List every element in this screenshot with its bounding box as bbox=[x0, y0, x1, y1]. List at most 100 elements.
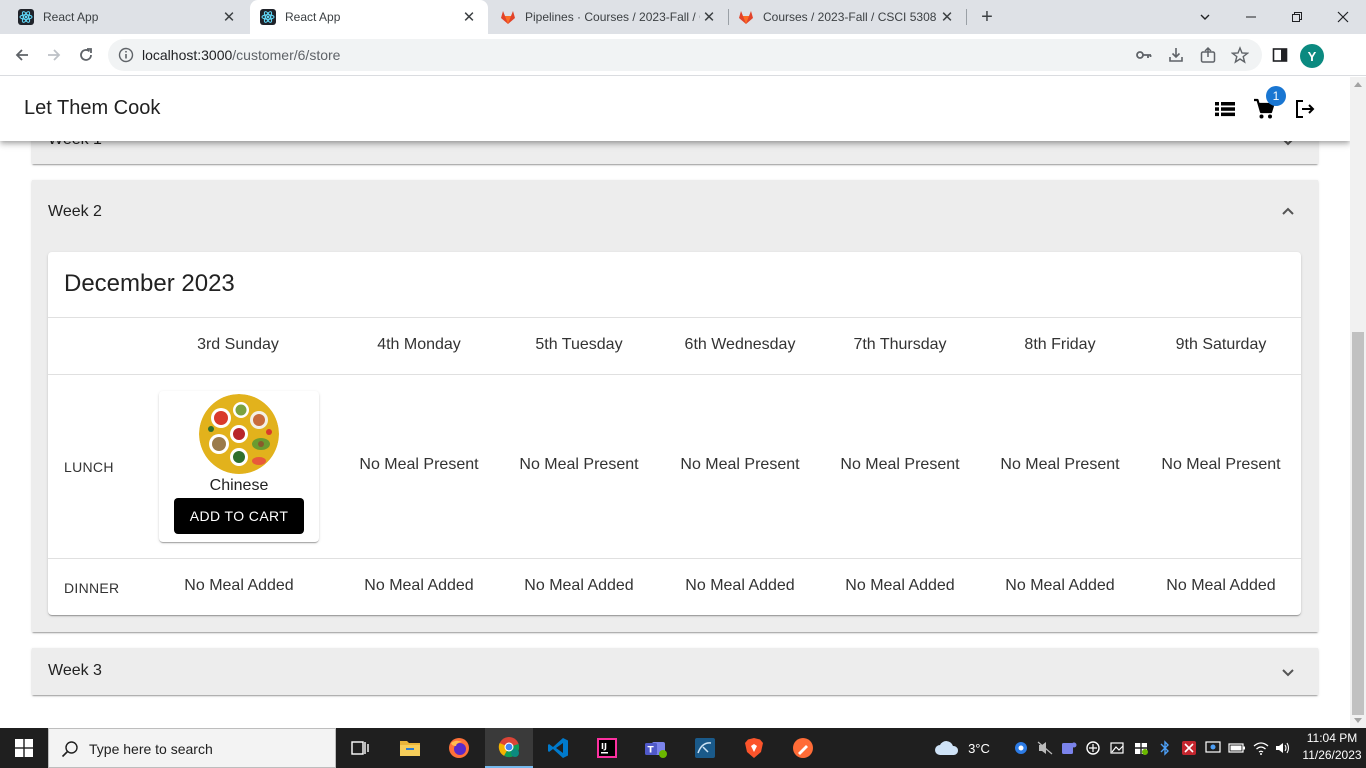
restore-button[interactable] bbox=[1274, 0, 1320, 34]
add-to-cart-button[interactable]: ADD TO CART bbox=[174, 498, 304, 534]
day-header: 6th Wednesday bbox=[684, 336, 796, 353]
tab-react-app-2[interactable]: React App ✕ bbox=[250, 0, 488, 34]
cart-count-badge: 1 bbox=[1266, 86, 1286, 106]
scroll-down-icon[interactable] bbox=[1354, 718, 1362, 723]
restore-icon bbox=[1292, 12, 1302, 22]
tray-app-icon[interactable] bbox=[1204, 728, 1222, 768]
close-icon[interactable]: ✕ bbox=[220, 8, 238, 26]
bookmark-button[interactable] bbox=[1230, 45, 1250, 65]
accordion-week-3[interactable]: Week 3 bbox=[32, 648, 1318, 695]
accordion-title[interactable]: Week 2 bbox=[48, 203, 102, 221]
intellij-taskbar[interactable]: IJ bbox=[583, 728, 631, 768]
profile-avatar[interactable]: Y bbox=[1300, 44, 1324, 68]
system-clock[interactable]: 11:04 PM 11/26/2023 bbox=[1298, 730, 1366, 764]
browser-tab-strip: React App ✕ React App ✕ Pipelines · Cour… bbox=[0, 0, 1366, 34]
teams-taskbar[interactable]: T bbox=[632, 728, 680, 768]
page-scrollbar[interactable] bbox=[1350, 77, 1366, 728]
tab-separator bbox=[966, 9, 967, 25]
password-key-button[interactable] bbox=[1134, 45, 1154, 65]
tray-app-icon[interactable] bbox=[1132, 728, 1150, 768]
orders-list-button[interactable] bbox=[1213, 97, 1237, 121]
forward-button[interactable] bbox=[40, 41, 68, 69]
tray-app-icon[interactable] bbox=[1108, 728, 1126, 768]
tab-label: Pipelines · Courses / 2023-Fall / C bbox=[525, 10, 700, 24]
weather-widget[interactable] bbox=[932, 728, 962, 768]
row-label-dinner: DINNER bbox=[64, 580, 120, 596]
star-icon bbox=[1231, 46, 1249, 64]
lunch-cell: No Meal Present bbox=[1000, 456, 1120, 473]
tab-pipelines[interactable]: Pipelines · Courses / 2023-Fall / C ✕ bbox=[490, 0, 728, 34]
close-icon[interactable]: ✕ bbox=[700, 8, 718, 26]
tab-react-app-1[interactable]: React App ✕ bbox=[8, 0, 248, 34]
tab-label: Courses / 2023-Fall / CSCI 5308 bbox=[763, 10, 937, 24]
task-view-button[interactable] bbox=[336, 728, 384, 768]
chevron-down-icon bbox=[1200, 14, 1210, 20]
intellij-icon: IJ bbox=[597, 738, 617, 758]
bluetooth-icon-glyph bbox=[1160, 740, 1169, 756]
reload-button[interactable] bbox=[72, 41, 100, 69]
meal-image bbox=[199, 394, 279, 474]
vscode-taskbar[interactable] bbox=[534, 728, 582, 768]
side-panel-button[interactable] bbox=[1270, 45, 1290, 65]
dinner-cell: No Meal Added bbox=[364, 577, 474, 594]
start-button[interactable] bbox=[0, 728, 48, 768]
app-title[interactable]: Let Them Cook bbox=[24, 97, 160, 120]
firefox-taskbar[interactable] bbox=[435, 728, 483, 768]
file-explorer-taskbar[interactable] bbox=[386, 728, 434, 768]
tab-courses[interactable]: Courses / 2023-Fall / CSCI 5308 ✕ bbox=[728, 0, 966, 34]
day-header: 5th Tuesday bbox=[535, 336, 623, 353]
tray-app-icon[interactable] bbox=[1012, 728, 1030, 768]
url-text: localhost:3000/customer/6/store bbox=[142, 47, 340, 63]
chrome-icon bbox=[498, 737, 520, 758]
day-header: 9th Saturday bbox=[1175, 336, 1267, 353]
close-icon[interactable]: ✕ bbox=[460, 8, 478, 26]
tray-app-icon[interactable] bbox=[1036, 728, 1054, 768]
share-button[interactable] bbox=[1198, 45, 1218, 65]
tray-app-icon[interactable] bbox=[1084, 728, 1102, 768]
chevron-up-icon[interactable] bbox=[1280, 204, 1296, 220]
chrome-taskbar[interactable] bbox=[485, 728, 533, 768]
dinner-cell: No Meal Added bbox=[1005, 577, 1115, 594]
wifi-icon[interactable] bbox=[1252, 728, 1270, 768]
mysql-workbench-taskbar[interactable] bbox=[681, 728, 729, 768]
logout-button[interactable] bbox=[1293, 97, 1317, 121]
vpn-icon bbox=[1086, 741, 1100, 755]
back-button[interactable] bbox=[8, 41, 36, 69]
taskbar-search[interactable]: Type here to search bbox=[48, 728, 336, 768]
tray-app-icon[interactable] bbox=[1180, 728, 1198, 768]
postman-taskbar[interactable] bbox=[779, 728, 827, 768]
lunch-cell: No Meal Present bbox=[680, 456, 800, 473]
tray-app-icon[interactable] bbox=[1060, 728, 1078, 768]
weather-temp[interactable]: 3°C bbox=[962, 728, 996, 768]
address-bar[interactable]: localhost:3000/customer/6/store bbox=[108, 39, 1262, 71]
bluetooth-icon[interactable] bbox=[1156, 728, 1174, 768]
monitor-icon bbox=[1205, 741, 1221, 753]
tab-search-button[interactable] bbox=[1182, 0, 1228, 34]
arrow-right-icon bbox=[48, 49, 61, 61]
windows-icon bbox=[15, 739, 33, 757]
mysql-workbench-icon bbox=[695, 738, 715, 758]
firefox-icon bbox=[449, 738, 469, 758]
volume-icon[interactable] bbox=[1274, 728, 1292, 768]
brave-taskbar[interactable] bbox=[730, 728, 778, 768]
cloud-icon bbox=[935, 741, 959, 755]
teams-icon bbox=[1062, 742, 1077, 754]
close-icon[interactable]: ✕ bbox=[938, 8, 956, 26]
new-tab-button[interactable]: + bbox=[976, 6, 998, 28]
chevron-down-icon[interactable] bbox=[1280, 664, 1296, 680]
security-icon bbox=[1135, 743, 1148, 755]
install-app-button[interactable] bbox=[1166, 45, 1186, 65]
close-window-button[interactable] bbox=[1320, 0, 1366, 34]
react-icon bbox=[18, 9, 34, 25]
react-icon bbox=[260, 9, 276, 25]
battery-icon[interactable] bbox=[1228, 728, 1246, 768]
minimize-button[interactable] bbox=[1228, 0, 1274, 34]
battery-icon-glyph bbox=[1228, 743, 1245, 753]
day-header: 8th Friday bbox=[1024, 336, 1096, 353]
image-icon bbox=[1110, 742, 1124, 754]
scrollbar-thumb[interactable] bbox=[1352, 332, 1364, 715]
side-panel-icon bbox=[1272, 48, 1288, 62]
info-icon[interactable] bbox=[118, 47, 134, 63]
teams-icon: T bbox=[645, 742, 667, 758]
scroll-up-icon[interactable] bbox=[1354, 82, 1362, 87]
